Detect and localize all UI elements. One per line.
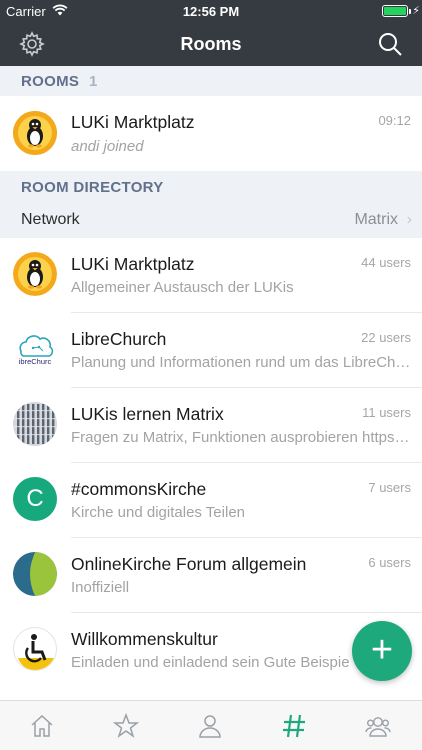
people-tab[interactable] xyxy=(168,701,252,750)
building-photo-avatar xyxy=(13,402,57,446)
room-topic: Allgemeiner Austausch der LUKis xyxy=(71,279,294,296)
room-name: LUKis lernen Matrix xyxy=(71,404,224,424)
chevron-right-icon: › xyxy=(406,211,412,228)
user-count: 22 users xyxy=(361,330,411,345)
section-label: ROOMS xyxy=(21,73,80,90)
avatar-letter: C xyxy=(26,485,44,512)
person-icon xyxy=(199,715,221,738)
room-topic: Fragen zu Matrix, Funktionen ausprobiere… xyxy=(71,429,410,446)
librechurch-logo-avatar: ibreChurc xyxy=(13,327,57,371)
clock: 12:56 PM xyxy=(182,4,240,19)
room-timestamp: 09:12 xyxy=(378,113,411,128)
rooms-tab[interactable] xyxy=(252,701,336,750)
room-name: OnlineKirche Forum allgemein xyxy=(71,554,307,574)
cloud-icon: ibreChurc xyxy=(19,335,54,366)
tux-icon xyxy=(13,111,57,155)
letter-avatar: C xyxy=(13,477,57,521)
search-icon[interactable] xyxy=(376,30,404,58)
directory-row[interactable]: ibreChurc LibreChurch Planung und Inform… xyxy=(0,313,422,388)
logo-text: ibreChurc xyxy=(19,357,52,366)
green-blue-circle-avatar xyxy=(13,552,57,596)
create-room-button[interactable]: + xyxy=(352,621,412,681)
room-row[interactable]: LUKi Marktplatz andi joined 09:12 xyxy=(0,96,422,171)
groups-tab[interactable] xyxy=(336,701,420,750)
page-title: Rooms xyxy=(180,34,242,54)
battery-tip xyxy=(409,9,411,14)
directory-row[interactable]: LUKis lernen Matrix Fragen zu Matrix, Fu… xyxy=(0,388,422,463)
directory-section-header: ROOM DIRECTORY xyxy=(0,171,422,202)
network-label: Network xyxy=(21,211,80,228)
wheelchair-avatar xyxy=(13,627,57,671)
rooms-section-header: ROOMS 1 xyxy=(0,66,422,96)
wheelchair-icon xyxy=(18,634,54,670)
room-name: #commonsKirche xyxy=(71,479,207,499)
circle-logo-icon xyxy=(13,552,57,596)
network-selector[interactable]: Network Matrix › xyxy=(0,202,422,238)
building-icon xyxy=(13,402,57,446)
room-topic: Kirche und digitales Teilen xyxy=(71,504,246,521)
group-icon xyxy=(365,717,391,737)
home-tab[interactable] xyxy=(0,701,84,750)
directory-row[interactable]: OnlineKirche Forum allgemein Inoffiziell… xyxy=(0,538,422,613)
status-bar: Carrier 12:56 PM ⚡ xyxy=(0,0,422,22)
tux-logo-avatar xyxy=(13,111,57,155)
tux-logo-avatar xyxy=(13,252,57,296)
hash-icon xyxy=(283,714,305,738)
directory-row[interactable]: LUKi Marktplatz Allgemeiner Austausch de… xyxy=(0,238,422,313)
user-count: 44 users xyxy=(361,255,411,270)
plus-icon: + xyxy=(370,629,394,671)
network-value: Matrix xyxy=(354,211,398,228)
room-name: LibreChurch xyxy=(71,329,167,349)
room-last-event: andi joined xyxy=(71,138,144,155)
user-count: 11 users xyxy=(362,405,411,420)
charging-icon: ⚡ xyxy=(412,5,420,17)
user-count: 7 users xyxy=(368,480,411,495)
star-icon xyxy=(113,713,139,738)
directory-row[interactable]: C #commonsKirche Kirche und digitales Te… xyxy=(0,463,422,538)
home-icon xyxy=(31,714,53,737)
room-topic: Einladen und einladend sein Gute Beispie… xyxy=(71,654,351,671)
user-count: 6 users xyxy=(368,555,411,570)
section-label: ROOM DIRECTORY xyxy=(21,179,164,196)
navigation-bar: Rooms xyxy=(0,22,422,66)
section-count: 1 xyxy=(89,73,98,90)
tab-bar xyxy=(0,700,422,750)
battery-icon xyxy=(382,5,408,17)
room-name: LUKi Marktplatz xyxy=(71,112,195,132)
room-topic: Inoffiziell xyxy=(71,579,130,596)
room-topic: Planung und Informationen rund um das Li… xyxy=(71,354,411,371)
favourites-tab[interactable] xyxy=(84,701,168,750)
room-name: LUKi Marktplatz xyxy=(71,254,195,274)
room-name: Willkommenskultur xyxy=(71,629,218,649)
tux-icon xyxy=(13,252,57,296)
